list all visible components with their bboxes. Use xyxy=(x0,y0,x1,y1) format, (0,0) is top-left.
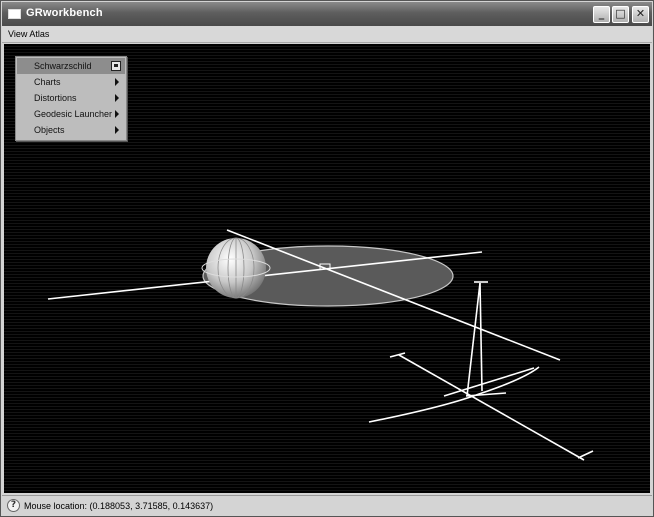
help-icon[interactable]: ? xyxy=(7,499,20,512)
menu-item-geodesic-launcher[interactable]: Geodesic Launcher xyxy=(17,106,125,122)
menu-bar: View Atlas xyxy=(2,26,652,43)
app-icon xyxy=(8,9,21,19)
title-bar[interactable]: GRworkbench _ □ ✕ xyxy=(2,2,652,26)
submenu-arrow-icon xyxy=(115,110,119,118)
menu-header-label: Schwarzschild xyxy=(34,61,92,71)
menu-item-label: Charts xyxy=(34,77,61,87)
menu-item-label: Objects xyxy=(34,125,65,135)
minimize-button[interactable]: _ xyxy=(593,6,610,23)
maximize-button[interactable]: □ xyxy=(612,6,629,23)
coordinate-frame xyxy=(368,281,594,461)
menu-item-distortions[interactable]: Distortions xyxy=(17,90,125,106)
menu-item-charts[interactable]: Charts xyxy=(17,74,125,90)
menu-header-schwarzschild[interactable]: Schwarzschild xyxy=(17,58,125,74)
close-button[interactable]: ✕ xyxy=(632,6,649,23)
app-window: GRworkbench _ □ ✕ View Atlas Schwarzschi… xyxy=(0,0,654,517)
menu-item-label: Distortions xyxy=(34,93,77,103)
submenu-arrow-icon xyxy=(115,94,119,102)
window-title: GRworkbench xyxy=(26,7,103,19)
menu-item-objects[interactable]: Objects xyxy=(17,122,125,138)
submenu-arrow-icon xyxy=(115,126,119,134)
mouse-location-text: Mouse location: (0.188053, 3.71585, 0.14… xyxy=(24,501,214,511)
menu-view-atlas[interactable]: View Atlas xyxy=(8,29,49,39)
3d-viewport[interactable]: Schwarzschild Charts Distortions Geodesi… xyxy=(4,44,650,493)
submenu-arrow-icon xyxy=(115,78,119,86)
menu-item-label: Geodesic Launcher xyxy=(34,109,113,119)
pin-icon[interactable] xyxy=(111,61,121,71)
status-bar: ? Mouse location: (0.188053, 3.71585, 0.… xyxy=(2,495,652,515)
atlas-popup-menu: Schwarzschild Charts Distortions Geodesi… xyxy=(15,56,127,141)
